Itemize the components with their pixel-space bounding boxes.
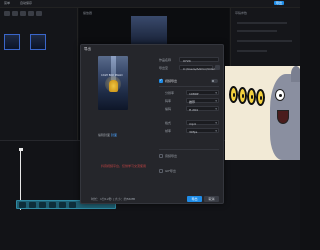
property-row <box>237 30 277 32</box>
clip-frame <box>69 202 76 208</box>
name-label: 作品名称 <box>159 58 172 62</box>
format-value: mp4 <box>189 121 196 126</box>
clip-frame <box>59 202 66 208</box>
clip-frame <box>29 202 36 208</box>
path-field[interactable]: C:/Users/Admin/Videos <box>179 65 217 71</box>
property-row <box>237 40 292 42</box>
video-section-toggle[interactable] <box>211 79 218 83</box>
edit-cover-link[interactable]: 封面 <box>111 133 117 137</box>
properties-title: 草稿参数 <box>235 11 248 15</box>
setting-label: 格式 <box>165 121 172 125</box>
cancel-button[interactable]: 取消 <box>204 196 219 202</box>
gif-export-checkbox[interactable] <box>159 169 163 173</box>
menu-item-autosave: 自动保存 <box>20 1 33 5</box>
setting-label: 分辨率 <box>165 91 175 95</box>
media-tab-icon[interactable] <box>4 11 10 16</box>
dialog-title: 导出 <box>84 47 91 51</box>
format-select[interactable]: mp4 <box>186 120 219 126</box>
path-value: C:/Users/Admin/Videos <box>183 66 218 71</box>
cat-mouth <box>277 110 289 124</box>
setting-label: 编码 <box>165 107 172 111</box>
clip-frame <box>49 202 56 208</box>
cover-figure <box>109 80 118 92</box>
codec-select[interactable]: H.264 <box>186 106 219 112</box>
property-row <box>237 22 287 24</box>
setting-label: 帧率 <box>165 129 172 133</box>
top-export-button[interactable]: 导出 <box>274 1 285 5</box>
resolution-select[interactable]: 1080P <box>186 90 219 96</box>
audio-export-label: 音频导出 <box>165 154 178 158</box>
divider <box>159 86 219 87</box>
top-bar: 菜单 自动保存 导出 <box>0 0 300 8</box>
video-export-checkbox[interactable] <box>159 78 163 83</box>
folder-icon[interactable] <box>215 65 220 70</box>
audio-tab-icon[interactable] <box>12 11 18 16</box>
edit-cover[interactable]: 编辑封面 封面 <box>98 133 117 137</box>
motion-ring <box>238 87 247 104</box>
media-thumbnail[interactable] <box>4 34 20 50</box>
cover-image: CASH BOX MAGIC <box>98 56 128 110</box>
watermark-tip: 抖音视频平台，仅供学习交流使用 <box>101 164 147 168</box>
bitrate-select[interactable]: 推荐 <box>186 98 219 104</box>
motion-ring <box>229 86 238 103</box>
effects-tab-icon[interactable] <box>36 11 42 16</box>
audio-export-checkbox[interactable] <box>159 154 163 158</box>
cat-eye <box>275 89 285 101</box>
duration-info: 时长：1分12秒 | 大小：约56MB <box>91 197 136 201</box>
codec-value: H.264 <box>189 107 198 112</box>
cartoon-cat-overlay <box>225 66 300 160</box>
resolution-value: 1080P <box>189 91 199 96</box>
framerate-value: 30fps <box>189 129 198 134</box>
clip-frame <box>19 202 26 208</box>
gif-export-label: GIF导出 <box>165 169 176 173</box>
name-field[interactable]: 0724 <box>179 57 219 63</box>
preview-label: 播放器 <box>83 11 93 15</box>
video-export-label: 视频导出 <box>165 79 178 83</box>
path-label: 导出至 <box>159 66 169 70</box>
cat-ear <box>291 66 300 82</box>
export-dialog: 导出 CASH BOX MAGIC 编辑封面 封面 作品名称 0724 导出至 … <box>80 44 224 204</box>
edit-cover-label: 编辑封面 <box>98 133 111 137</box>
bitrate-value: 推荐 <box>189 99 196 104</box>
media-panel <box>0 8 78 140</box>
text-tab-icon[interactable] <box>20 11 26 16</box>
divider <box>159 149 219 150</box>
name-value: 0724 <box>183 58 191 63</box>
motion-ring <box>256 89 265 106</box>
menu-item-main[interactable]: 菜单 <box>4 1 10 5</box>
clip-frame <box>39 202 46 208</box>
setting-label: 码率 <box>165 99 172 103</box>
export-button[interactable]: 导出 <box>187 196 202 202</box>
motion-ring <box>247 88 256 105</box>
sticker-tab-icon[interactable] <box>28 11 34 16</box>
media-thumbnail[interactable] <box>30 34 46 50</box>
property-row <box>237 50 267 52</box>
framerate-select[interactable]: 30fps <box>186 128 219 134</box>
cover-caption: CASH BOX MAGIC <box>101 74 123 77</box>
